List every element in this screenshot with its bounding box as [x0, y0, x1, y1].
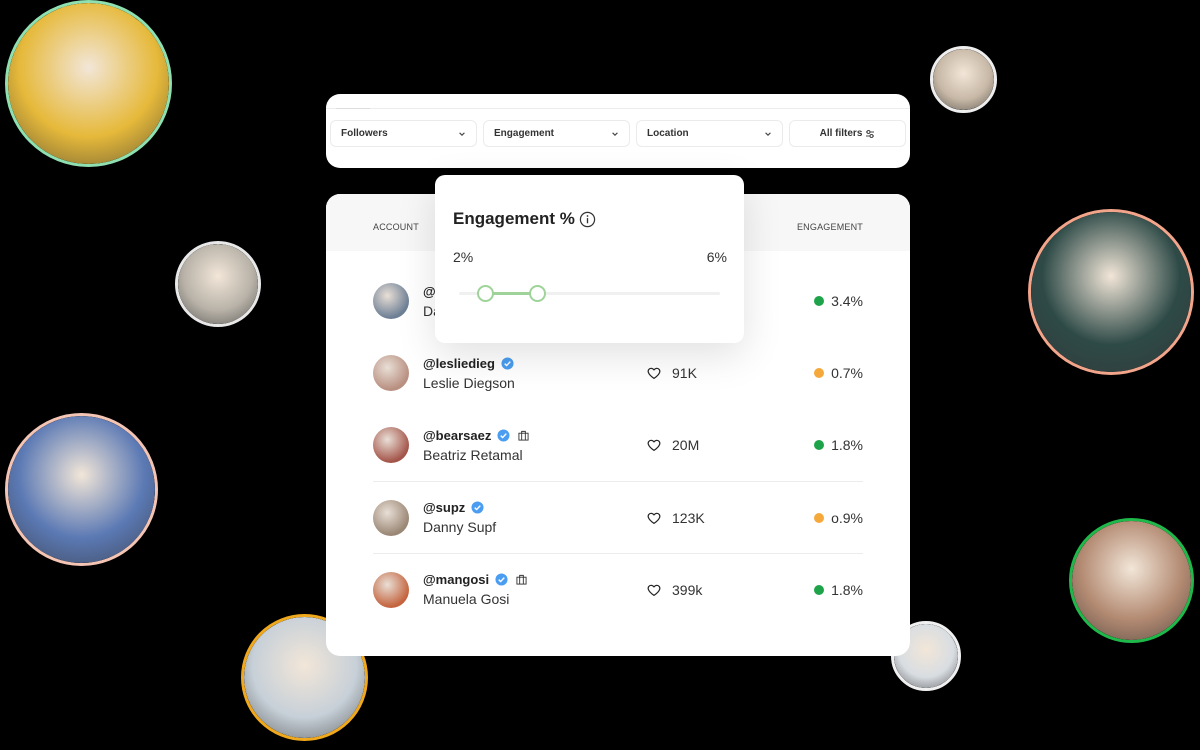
- followers-count: 123K: [646, 510, 705, 526]
- verified-badge-icon: [471, 501, 484, 514]
- business-account-icon: [518, 430, 529, 441]
- account-handle[interactable]: @mangosi: [423, 572, 489, 587]
- table-row[interactable]: @supz Danny Supf 123K o.9%: [373, 481, 863, 553]
- floating-avatar: [1028, 209, 1194, 375]
- popover-title-text: Engagement %: [453, 209, 575, 228]
- status-dot: [814, 296, 825, 306]
- followers-value: 399k: [672, 581, 703, 598]
- popover-title: Engagement %: [453, 209, 596, 229]
- slider-thumb-min[interactable]: [477, 285, 495, 302]
- avatar: [373, 355, 409, 391]
- info-icon[interactable]: [579, 211, 596, 228]
- account-handle[interactable]: @bearsaez: [423, 428, 491, 443]
- status-dot: [814, 584, 825, 595]
- floating-avatar: [1069, 518, 1194, 643]
- engagement-rate: 0.7%: [814, 365, 863, 381]
- location-filter-dropdown[interactable]: Location: [636, 120, 783, 147]
- column-header-engagement[interactable]: ENGAGEMENT: [797, 222, 863, 232]
- business-account-icon: [516, 574, 527, 585]
- engagement-rate: 3.4%: [814, 293, 863, 309]
- engagement-range-slider[interactable]: [459, 285, 720, 302]
- table-row[interactable]: @bearsaez Beatriz Retamal 20M 1.8%: [373, 409, 863, 481]
- table-row[interactable]: @mangosi Manuela Gosi 399k 1.8%: [373, 553, 863, 625]
- engagement-value: 3.4%: [831, 293, 863, 309]
- account-handle[interactable]: @supz: [423, 500, 465, 515]
- followers-filter-dropdown[interactable]: Followers: [330, 120, 477, 147]
- filter-label: Followers: [341, 128, 388, 139]
- all-filters-label: All filters: [819, 128, 863, 139]
- followers-value: 20M: [672, 437, 700, 453]
- engagement-filter-dropdown[interactable]: Engagement: [483, 120, 630, 147]
- floating-avatar: [5, 413, 158, 566]
- engagement-value: 0.7%: [831, 365, 863, 381]
- followers-value: 91K: [672, 365, 697, 381]
- status-dot: [814, 440, 825, 450]
- sliders-icon: [866, 129, 875, 138]
- account-name: Leslie Diegson: [423, 374, 515, 391]
- column-header-account[interactable]: ACCOUNT: [373, 222, 419, 232]
- account-name: Danny Supf: [423, 519, 497, 535]
- range-max-label: 6%: [706, 249, 727, 265]
- followers-value: 123K: [672, 509, 705, 526]
- avatar: [373, 427, 409, 463]
- heart-icon: [647, 584, 661, 596]
- floating-avatar: [5, 0, 172, 167]
- range-min-label: 2%: [453, 249, 474, 265]
- filter-label: Engagement: [494, 128, 555, 139]
- verified-badge-icon: [497, 428, 510, 442]
- chevron-down-icon: [459, 131, 465, 136]
- avatar: [373, 499, 409, 536]
- slider-thumb-max[interactable]: [529, 285, 547, 302]
- heart-icon: [647, 512, 661, 524]
- engagement-value: 1.8%: [831, 581, 863, 598]
- tab-underline: [326, 108, 910, 109]
- filter-label: Location: [647, 128, 689, 139]
- chevron-down-icon: [612, 131, 618, 136]
- followers-count: 20M: [646, 437, 699, 453]
- floating-avatar: [175, 241, 261, 327]
- avatar: [373, 283, 409, 319]
- account-name: Beatriz Retamal: [423, 446, 523, 463]
- floating-avatar: [930, 46, 997, 113]
- engagement-value: o.9%: [831, 509, 863, 526]
- table-row[interactable]: @lesliedieg Leslie Diegson 91K 0.7%: [373, 337, 863, 409]
- chevron-down-icon: [765, 131, 771, 136]
- account-name: Manuela Gosi: [423, 591, 510, 607]
- status-dot: [814, 512, 825, 523]
- engagement-rate: 1.8%: [814, 437, 863, 453]
- engagement-rate: o.9%: [814, 510, 863, 526]
- verified-badge-icon: [495, 573, 508, 586]
- verified-badge-icon: [501, 356, 514, 370]
- engagement-range-popover: Engagement % 2% 6%: [435, 175, 744, 343]
- all-filters-button[interactable]: All filters: [789, 120, 906, 147]
- heart-icon: [647, 439, 661, 451]
- engagement-value: 1.8%: [831, 437, 863, 453]
- avatar: [373, 571, 409, 608]
- followers-count: 399k: [646, 582, 702, 598]
- account-handle[interactable]: @: [423, 284, 436, 299]
- heart-icon: [647, 367, 661, 379]
- account-handle[interactable]: @lesliedieg: [423, 356, 495, 371]
- followers-count: 91K: [646, 365, 697, 381]
- status-dot: [814, 368, 825, 378]
- filter-bar: Followers Engagement Location All filter…: [326, 94, 910, 168]
- engagement-rate: 1.8%: [814, 582, 863, 598]
